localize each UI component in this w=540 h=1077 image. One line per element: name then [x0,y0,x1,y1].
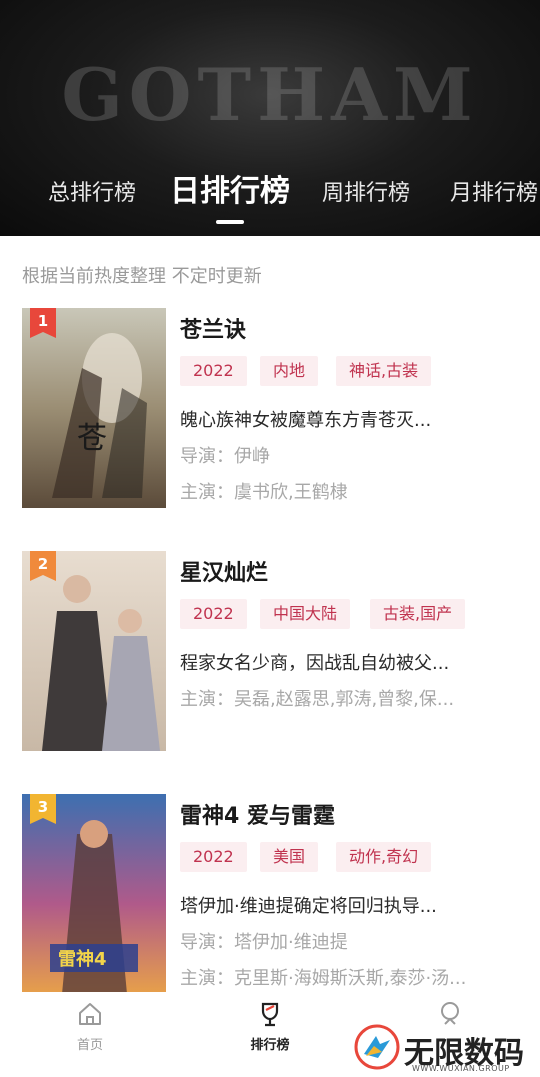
item-description: 程家女名少商，因战乱自幼被父... [180,653,450,674]
tag-region: 美国 [260,842,319,872]
tag-genre: 动作,奇幻 [336,842,432,872]
banner-background-text: GOTHAM [61,52,479,137]
tag-year: 2022 [180,599,247,629]
watermark-icon [354,1024,400,1070]
watermark-logo: 无限数码 WWW.WUXIAN.GROUP [354,1024,534,1074]
header-banner: GOTHAM 总排行榜 日排行榜 周排行榜 月排行榜 [0,0,540,236]
poster-image[interactable]: 苍 1 [22,308,166,508]
svg-text:雷神4: 雷神4 [58,948,107,970]
tag-region: 内地 [260,356,319,386]
item-director: 导演：塔伊加·维迪提 [180,932,348,953]
item-title[interactable]: 雷神4 爱与雷霆 [180,798,335,830]
poster-image[interactable]: 2 [22,551,166,751]
ranking-tabs: 总排行榜 日排行榜 周排行榜 月排行榜 [0,170,540,230]
watermark-subtext: WWW.WUXIAN.GROUP [412,1064,510,1073]
nav-home-label: 首页 [76,1038,103,1053]
item-title[interactable]: 星汉灿烂 [180,555,268,587]
list-item[interactable]: 雷神4 3 雷神4 爱与雷霆 2022 美国 动作,奇幻 塔伊加·维迪提确定将回… [0,794,540,994]
active-tab-indicator [216,220,244,224]
poster-art: 雷神4 [22,794,166,994]
poster-art: 苍 [22,308,166,508]
tag-genre: 古装,国产 [370,599,466,629]
tag-year: 2022 [180,356,247,386]
item-title[interactable]: 苍兰诀 [180,312,246,344]
tab-monthly[interactable]: 月排行榜 [450,170,538,218]
item-director: 导演：伊峥 [180,446,270,467]
tab-weekly[interactable]: 周排行榜 [322,170,410,218]
item-cast: 主演：虞书欣,王鹤棣 [180,482,348,503]
tag-year: 2022 [180,842,247,872]
list-item[interactable]: 苍 1 苍兰诀 2022 内地 神话,古装 魄心族神女被魔尊东方青苍灭... 导… [0,308,540,508]
trophy-icon [261,1002,279,1027]
item-cast: 主演：吴磊,赵露思,郭涛,曾黎,保... [180,689,455,710]
nav-ranking-label: 排行榜 [250,1038,290,1053]
nav-home[interactable]: 首页 [50,1000,130,1053]
tab-overall[interactable]: 总排行榜 [48,170,136,218]
nav-ranking[interactable]: 排行榜 [230,1000,310,1053]
poster-image[interactable]: 雷神4 3 [22,794,166,994]
item-cast: 主演：克里斯·海姆斯沃斯,泰莎·汤... [180,968,467,989]
tab-daily[interactable]: 日排行榜 [170,166,290,218]
home-icon [79,1003,101,1025]
svg-text:苍: 苍 [77,421,107,456]
item-description: 魄心族神女被魔尊东方青苍灭... [180,410,432,431]
ranking-subtitle: 根据当前热度整理 不定时更新 [22,266,262,287]
item-description: 塔伊加·维迪提确定将回归执导... [180,896,437,917]
tag-region: 中国大陆 [260,599,351,629]
poster-art [22,551,166,751]
tag-genre: 神话,古装 [336,356,432,386]
list-item[interactable]: 2 星汉灿烂 2022 中国大陆 古装,国产 程家女名少商，因战乱自幼被父...… [0,551,540,751]
